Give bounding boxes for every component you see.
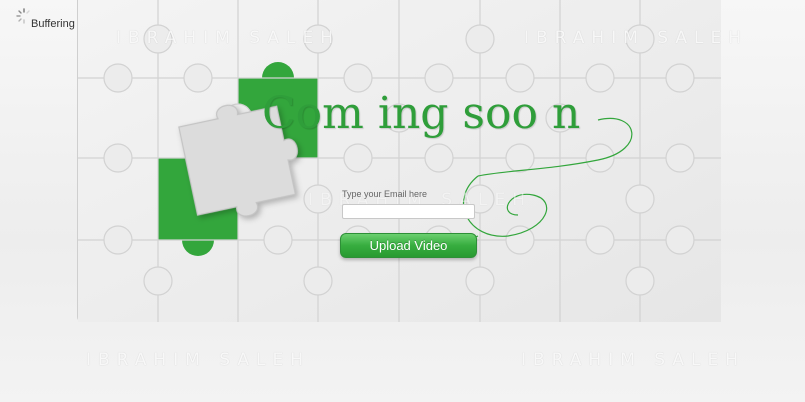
logo-text: Buffering (31, 18, 75, 30)
email-input[interactable] (342, 204, 475, 219)
puzzle-board: IBRAHIM SALEH IBRAHIM SALEH IBRAHIM SALE… (77, 0, 741, 322)
watermark: IBRAHIM SALEH (521, 350, 746, 370)
watermark: IBRAHIM SALEH (86, 350, 311, 370)
email-label: Type your Email here (342, 189, 428, 199)
watermark: IBRAHIM SALEH (116, 28, 341, 48)
coming-soon-heading: Com ing soo n (262, 88, 581, 139)
upload-video-button[interactable]: Upload Video (340, 233, 477, 258)
puzzle-grid (78, 0, 721, 322)
spinner-icon (16, 8, 30, 24)
watermark: IBRAHIM SALEH (524, 28, 749, 48)
